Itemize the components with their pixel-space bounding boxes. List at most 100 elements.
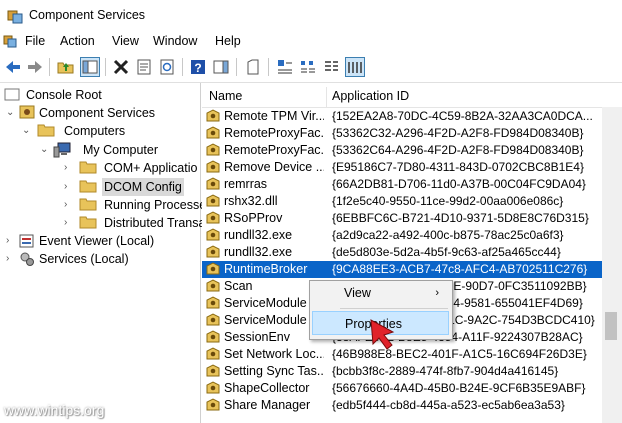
cell-name: rundll32.exe (224, 245, 293, 259)
menu-action[interactable]: Action (60, 34, 95, 48)
cell-application-id: {edb5f444-cb8d-445a-a523-ec5ab6ea3a53} (332, 398, 565, 412)
show-action-pane-icon[interactable] (212, 58, 230, 76)
table-row[interactable]: RuntimeBroker {9CA88EE3-ACB7-47c8-AFC4-AB… (202, 261, 602, 278)
menu-window[interactable]: Window (153, 34, 197, 48)
toolbar-separator (105, 58, 106, 76)
cell-name: rundll32.exe (224, 228, 293, 242)
cell-name: remrras (224, 177, 268, 191)
small-icons-view-icon[interactable] (299, 58, 317, 76)
help-icon[interactable]: ? (189, 58, 207, 76)
cell-name: Remove Device ... (224, 160, 324, 174)
context-menu-view[interactable]: View › (312, 281, 449, 305)
cell-application-id: {de5d803e-5d2a-4b5f-9c63-af25a465cc44} (332, 245, 561, 259)
table-row[interactable]: Share Manager {edb5f444-cb8d-445a-a523-ec… (202, 397, 602, 414)
svg-text:?: ? (194, 61, 201, 75)
cell-name: RuntimeBroker (224, 262, 308, 276)
cell-application-id: {E95186C7-7D80-4311-843D-0702CBC8B1E4} (332, 160, 584, 174)
cell-name: Set Network Loc... (224, 347, 324, 361)
expand-chevron-icon[interactable]: › (64, 159, 74, 177)
menu-separator (340, 308, 448, 309)
table-row[interactable]: ShapeCollector {56676660-4A4D-45B0-B24E-9… (202, 380, 602, 397)
cell-name: Remote TPM Vir... (224, 109, 324, 123)
collapse-chevron-icon[interactable]: ⌄ (22, 122, 32, 140)
collapse-chevron-icon[interactable]: ⌄ (40, 141, 50, 159)
collapse-chevron-icon[interactable]: ⌄ (6, 104, 16, 122)
up-folder-icon[interactable] (57, 58, 75, 76)
large-icons-view-icon[interactable] (276, 58, 294, 76)
system-menu-icon[interactable] (3, 34, 18, 52)
table-row[interactable]: rundll32.exe {de5d803e-5d2a-4b5f-9c63-af2… (202, 244, 602, 261)
cell-application-id: {a2d9ca22-a492-400c-b875-78ac25c0a6f3} (332, 228, 564, 242)
table-row[interactable]: Remote TPM Vir... {152EA2A8-70DC-4C59-8B2… (202, 108, 602, 125)
folder-icon (79, 160, 97, 179)
new-window-icon[interactable] (244, 58, 262, 76)
delete-icon[interactable] (112, 58, 130, 76)
expand-chevron-icon[interactable]: › (64, 196, 74, 214)
cell-name: ShapeCollector (224, 381, 310, 395)
cell-name: rshx32.dll (224, 194, 278, 208)
expand-chevron-icon[interactable]: › (64, 178, 74, 196)
cell-name: Share Manager (224, 398, 311, 412)
refresh-icon[interactable] (158, 58, 176, 76)
column-divider[interactable] (326, 87, 327, 107)
cell-name: RSoPProv (224, 211, 283, 225)
menu-file[interactable]: File (25, 34, 45, 48)
table-row[interactable]: remrras {66A2DB81-D706-11d0-A37B-00C04FC9… (202, 176, 602, 193)
folder-icon (79, 197, 97, 216)
cell-application-id: {53362C64-A296-4F2D-A2F8-FD984D08340B} (332, 143, 584, 157)
cell-application-id: {6EBBFC6C-B721-4D10-9371-5D8E8C76D315} (332, 211, 589, 225)
menu-bar: File Action View Window Help (0, 30, 622, 52)
vertical-scrollbar[interactable] (602, 107, 622, 423)
expand-chevron-icon[interactable]: › (6, 232, 16, 250)
folder-icon (79, 179, 97, 198)
pointer-arrow-icon (367, 318, 397, 355)
cell-name: RemoteProxyFac... (224, 126, 324, 140)
table-row[interactable]: RemoteProxyFac... {53362C32-A296-4F2D-A2F… (202, 125, 602, 142)
menu-view[interactable]: View (112, 34, 139, 48)
folder-icon (37, 123, 55, 142)
table-row[interactable]: RemoteProxyFac... {53362C64-A296-4F2D-A2F… (202, 142, 602, 159)
cell-application-id: {bcbb3f8c-2889-474f-8fb7-904d4a416145} (332, 364, 559, 378)
toolbar-separator (182, 58, 183, 76)
forward-arrow-icon[interactable] (26, 58, 44, 76)
cell-application-id: {152EA2A8-70DC-4C59-8B2A-32AA3CA0DCA... (332, 109, 593, 123)
console-tree: Console Root ⌄ Component Services ⌄ Comp… (0, 83, 206, 423)
cell-application-id: {53362C32-A296-4F2D-A2F8-FD984D08340B} (332, 126, 584, 140)
show-hide-console-tree-icon[interactable] (80, 57, 100, 77)
component-services-app-icon (7, 8, 23, 27)
toolbar-separator (236, 58, 237, 76)
column-header-name[interactable]: Name (209, 89, 242, 103)
back-arrow-icon[interactable] (4, 58, 22, 76)
scrollbar-thumb[interactable] (605, 312, 617, 340)
com-object-icon (205, 397, 221, 418)
table-row[interactable]: Setting Sync Tas... {bcbb3f8c-2889-474f-8… (202, 363, 602, 380)
table-row[interactable]: Set Network Loc... {46B988E8-BEC2-401F-A1… (202, 346, 602, 363)
detail-view-icon[interactable] (345, 57, 365, 77)
list-header: Name Application ID (202, 87, 622, 108)
table-row[interactable]: RSoPProv {6EBBFC6C-B721-4D10-9371-5D8E8C7… (202, 210, 602, 227)
cell-application-id: {56676660-4A4D-45B0-B24E-9CF6B35E9ABF} (332, 381, 586, 395)
cell-name: RemoteProxyFac... (224, 143, 324, 157)
expand-chevron-icon[interactable]: › (64, 214, 74, 232)
column-header-application-id[interactable]: Application ID (332, 89, 409, 103)
details-list: Name Application ID Remote TPM Vir... {15… (202, 83, 622, 423)
table-row[interactable]: rshx32.dll {1f2e5c40-9550-11ce-99d2-00aa0… (202, 193, 602, 210)
properties-icon[interactable] (135, 58, 153, 76)
submenu-arrow-icon: › (435, 287, 439, 299)
watermark-text: www.wintips.org (4, 402, 105, 418)
title-bar: Component Services (0, 0, 622, 30)
services-icon (19, 251, 35, 272)
toolbar: ? (0, 52, 622, 83)
table-row[interactable]: Remove Device ... {E95186C7-7D80-4311-843… (202, 159, 602, 176)
table-row[interactable]: rundll32.exe {a2d9ca22-a492-400c-b875-78a… (202, 227, 602, 244)
toolbar-separator (49, 58, 50, 76)
cell-name: Setting Sync Tas... (224, 364, 324, 378)
list-view-icon[interactable] (322, 58, 340, 76)
toolbar-separator (268, 58, 269, 76)
cell-application-id: {1f2e5c40-9550-11ce-99d2-00aa006e086c} (332, 194, 564, 208)
cell-application-id: {66A2DB81-D706-11d0-A37B-00C04FC9DA04} (332, 177, 586, 191)
cell-application-id: {9CA88EE3-ACB7-47c8-AFC4-AB702511C276} (332, 262, 588, 276)
menu-help[interactable]: Help (215, 34, 241, 48)
expand-chevron-icon[interactable]: › (6, 250, 16, 268)
window-title: Component Services (29, 8, 146, 22)
